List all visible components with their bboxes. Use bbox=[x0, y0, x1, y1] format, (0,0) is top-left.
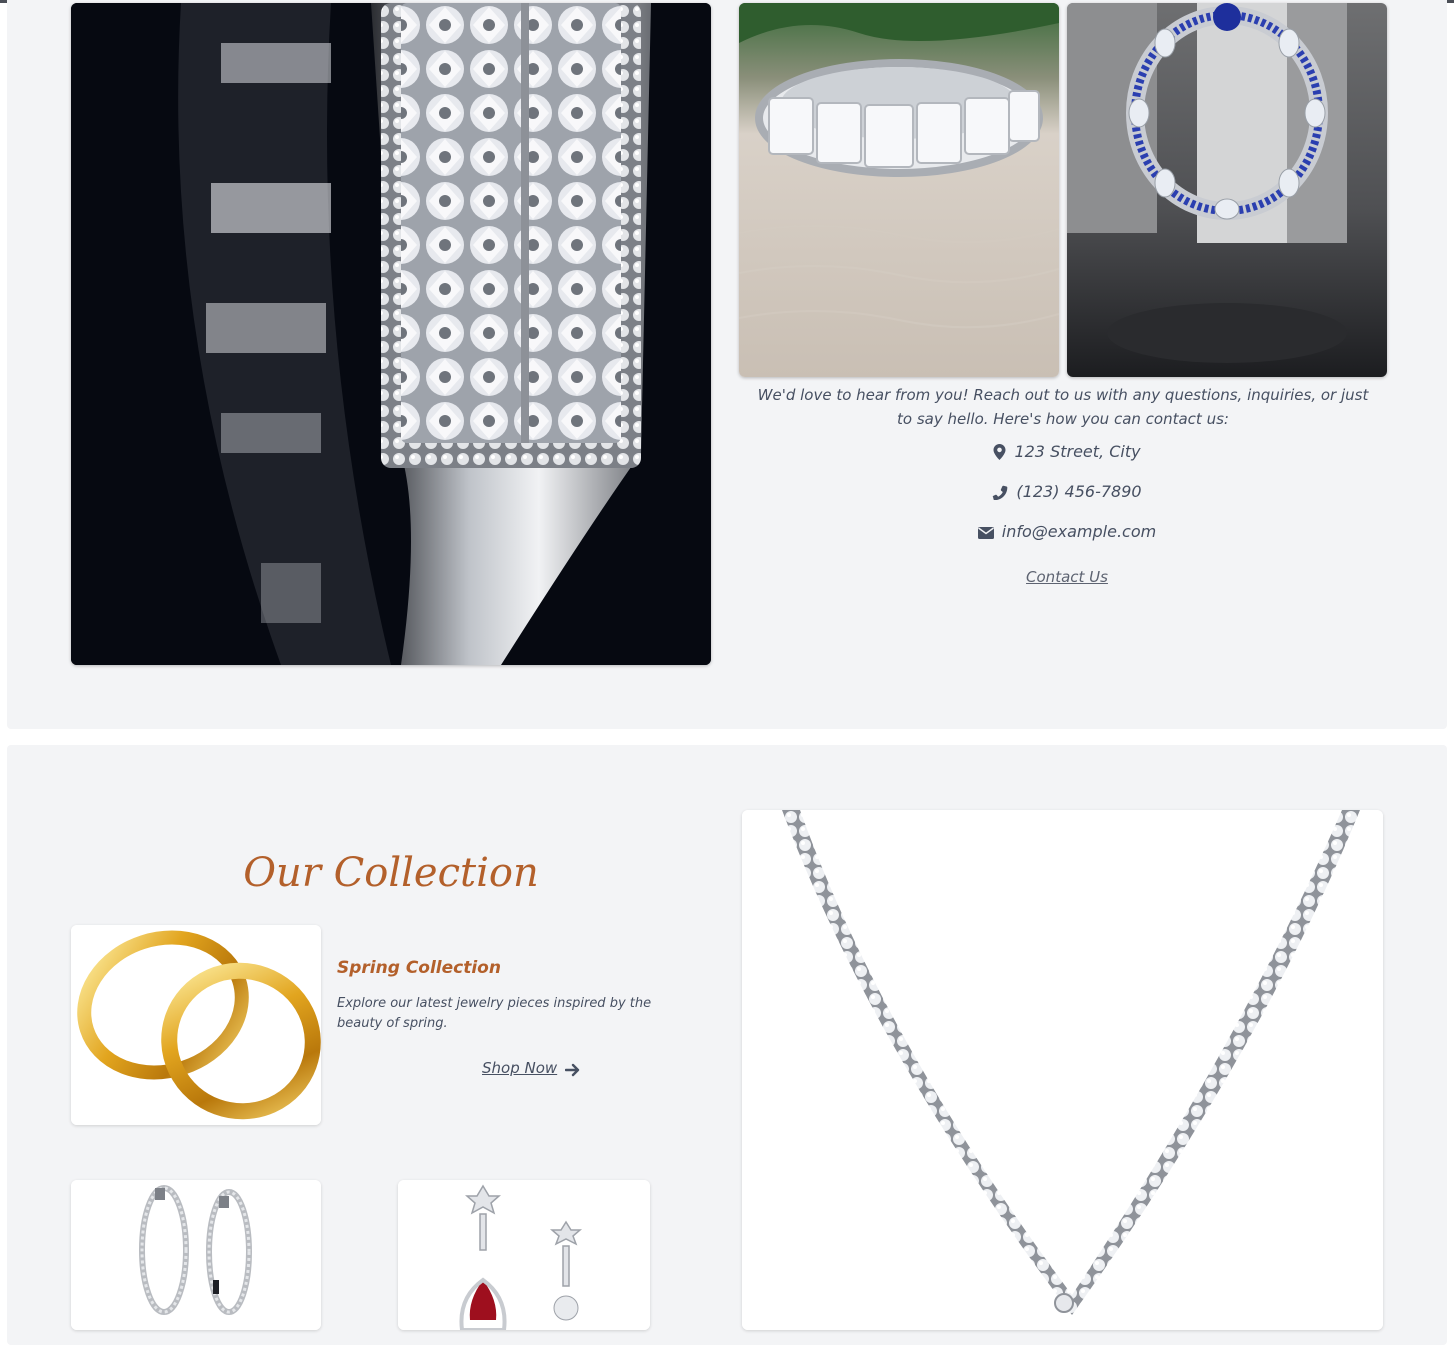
necklace-image-card[interactable] bbox=[742, 810, 1383, 1330]
eternity-band-image bbox=[739, 3, 1059, 377]
gold-rings-image bbox=[71, 925, 321, 1125]
envelope-icon bbox=[977, 527, 994, 539]
phone-icon bbox=[992, 485, 1008, 501]
ring-closeup-image bbox=[71, 3, 711, 665]
phone-text: (123) 456-7890 bbox=[1016, 482, 1142, 501]
spring-collection-description: Explore our latest jewelry pieces inspir… bbox=[337, 996, 652, 1031]
diamond-necklace-image bbox=[742, 810, 1383, 1330]
email-text[interactable]: info@example.com bbox=[1002, 522, 1156, 541]
phone-line: (123) 456-7890 bbox=[747, 480, 1387, 504]
address-line: 123 Street, City bbox=[747, 440, 1387, 464]
ring-closeup-illustration bbox=[71, 3, 711, 665]
hoop-earrings-card[interactable] bbox=[71, 1180, 321, 1330]
email-line: info@example.com bbox=[747, 520, 1387, 544]
shop-now-link[interactable]: Shop Now bbox=[482, 1059, 557, 1077]
contact-us-link[interactable]: Contact Us bbox=[747, 568, 1387, 586]
contact-section: We'd love to hear from you! Reach out to… bbox=[7, 0, 1447, 729]
spring-collection-title: Spring Collection bbox=[337, 958, 501, 978]
ruby-earrings-card[interactable] bbox=[398, 1180, 650, 1330]
ruby-earrings-image bbox=[398, 1180, 650, 1330]
collection-title: Our Collection bbox=[243, 850, 539, 896]
hoop-earrings-image bbox=[71, 1180, 321, 1330]
contact-intro: We'd love to hear from you! Reach out to… bbox=[757, 386, 1369, 428]
map-pin-icon bbox=[993, 444, 1006, 460]
arrow-right-icon[interactable] bbox=[565, 1062, 581, 1078]
address-text: 123 Street, City bbox=[1014, 442, 1141, 461]
sapphire-ring-image bbox=[1067, 3, 1387, 377]
gold-rings-card[interactable] bbox=[71, 925, 321, 1125]
